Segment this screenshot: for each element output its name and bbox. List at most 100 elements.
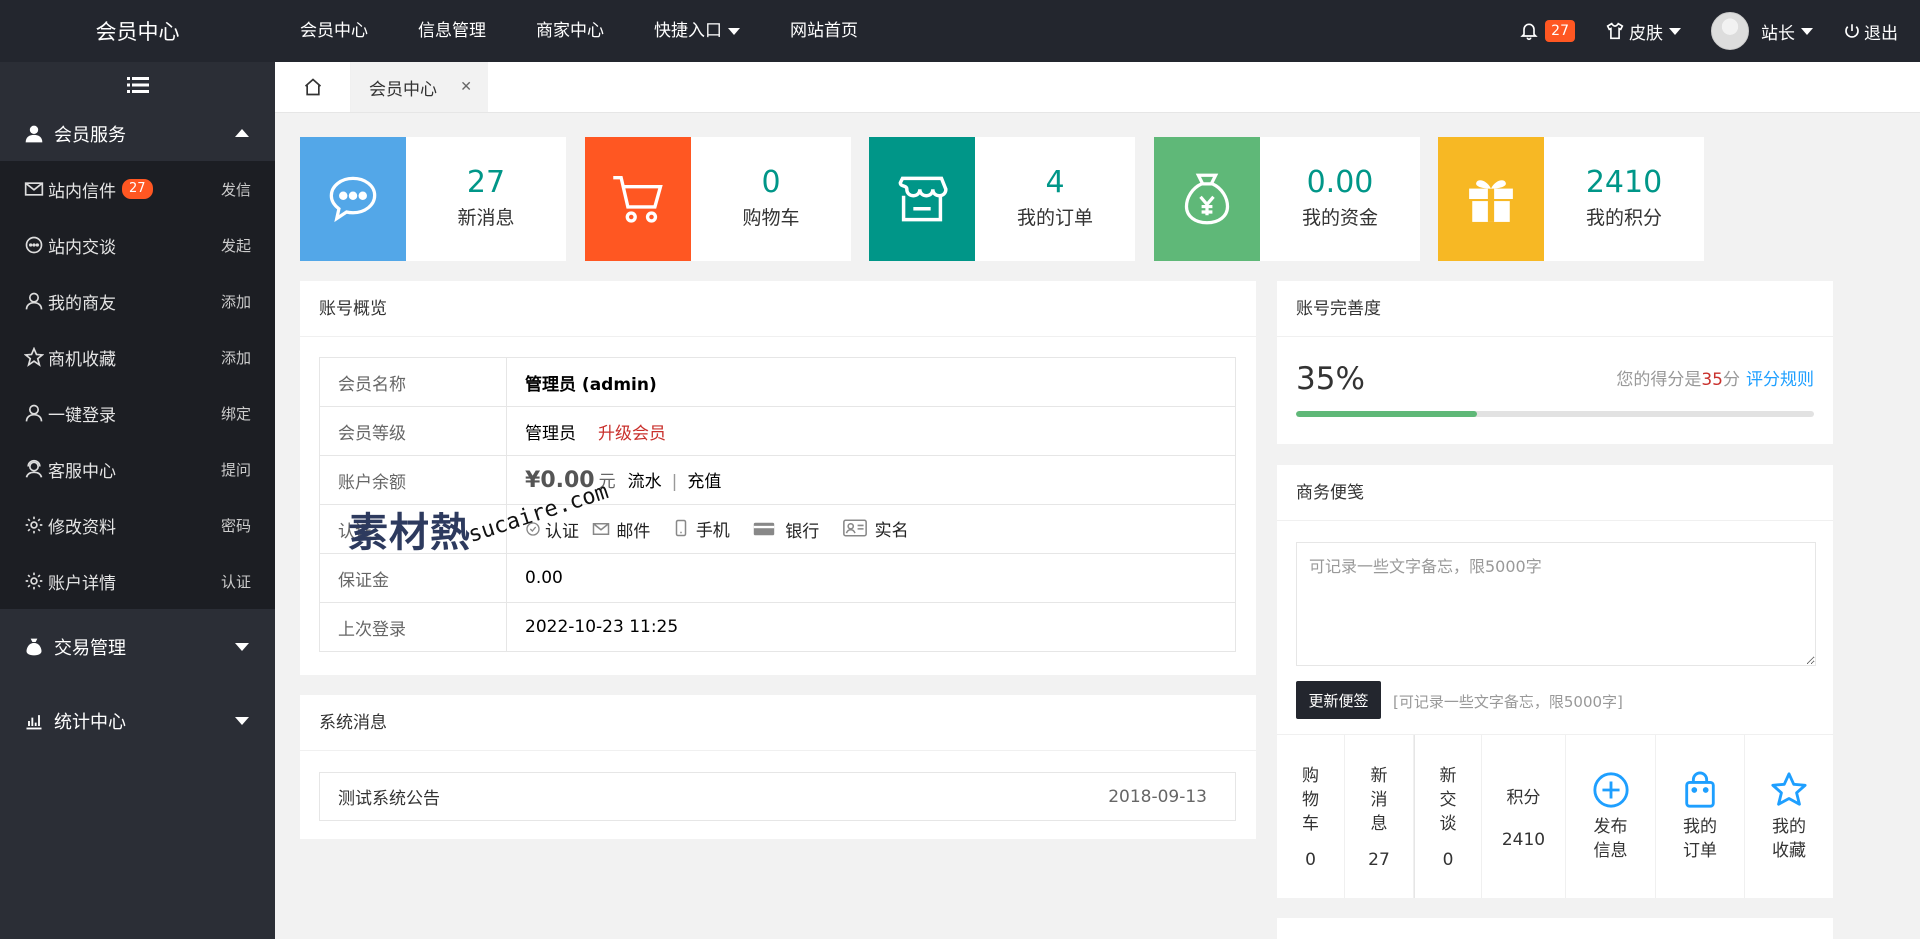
caret-down-icon bbox=[1669, 27, 1681, 35]
memo-hint: [可记录一些文字备忘，限5000字] bbox=[1393, 693, 1623, 711]
quick-publish[interactable]: 发布信息 bbox=[1566, 735, 1656, 898]
close-icon[interactable]: ✕ bbox=[460, 79, 472, 95]
quick-label: 新交谈 bbox=[1439, 765, 1457, 834]
user-menu[interactable]: 站长 bbox=[1711, 12, 1813, 50]
tab-member-center[interactable]: 会员中心 ✕ bbox=[351, 62, 488, 112]
quick-label: 我的收藏 bbox=[1772, 816, 1806, 861]
chat-icon bbox=[24, 235, 44, 255]
sidebar-item-action[interactable]: 密码 bbox=[221, 515, 251, 536]
quick-value: 0 bbox=[1442, 849, 1454, 870]
sidebar-item-friends[interactable]: 我的商友 添加 bbox=[0, 273, 275, 329]
table-row: 会员名称 管理员 (admin) bbox=[319, 357, 1236, 407]
stat-card-points[interactable]: 2410 我的积分 bbox=[1438, 137, 1704, 261]
sidebar-item-edit-profile[interactable]: 修改资料 密码 bbox=[0, 497, 275, 553]
flow-link[interactable]: 流水 bbox=[628, 472, 662, 492]
quick-my-favorites[interactable]: 我的收藏 bbox=[1745, 735, 1833, 898]
chat-bubble-icon bbox=[300, 137, 406, 261]
verify-item[interactable]: 邮件 bbox=[592, 517, 650, 542]
balance-value: 0.00 bbox=[540, 468, 595, 493]
list-item[interactable]: 测试系统公告 2018-09-13 bbox=[319, 772, 1236, 821]
sidebar-item-chat[interactable]: 站内交谈 发起 bbox=[0, 217, 275, 273]
topnav-member-center[interactable]: 会员中心 bbox=[275, 0, 393, 62]
plus-circle-icon bbox=[1592, 771, 1629, 808]
sidebar-submenu: 站内信件 27 发信 站内交谈 发起 我的商友 添加 商机收藏 添加 一键登录 … bbox=[0, 161, 275, 609]
topnav-label: 快捷入口 bbox=[654, 21, 722, 41]
topnav-merchant-center[interactable]: 商家中心 bbox=[511, 0, 629, 62]
stats-icon bbox=[24, 711, 44, 731]
sidebar-group-member[interactable]: 会员服务 bbox=[0, 107, 275, 161]
quick-value: 0 bbox=[1305, 849, 1316, 870]
sidebar-item-action[interactable]: 添加 bbox=[221, 347, 251, 368]
sidebar-item-mail[interactable]: 站内信件 27 发信 bbox=[0, 161, 275, 217]
verify-item[interactable]: 手机 bbox=[674, 516, 730, 541]
sidebar-item-action[interactable]: 添加 bbox=[221, 291, 251, 312]
sidebar-item-account-detail[interactable]: 账户详情 认证 bbox=[0, 553, 275, 609]
stat-card-orders[interactable]: 4 我的订单 bbox=[869, 137, 1135, 261]
sidebar-item-favorites[interactable]: 商机收藏 添加 bbox=[0, 329, 275, 385]
quick-new-messages[interactable]: 新消息 27 bbox=[1345, 735, 1414, 898]
score-value: 35 bbox=[1701, 370, 1723, 390]
stat-label: 我的积分 bbox=[1585, 207, 1662, 229]
topnav-quick-entry[interactable]: 快捷入口 bbox=[629, 0, 765, 62]
field-key: 账户余额 bbox=[319, 455, 507, 505]
memo-textarea[interactable] bbox=[1296, 542, 1816, 666]
stat-card-cart[interactable]: 0 购物车 bbox=[585, 137, 851, 261]
table-row: 会员等级 管理员 升级会员 bbox=[319, 406, 1236, 456]
quick-cart[interactable]: 购物车 0 bbox=[1277, 735, 1345, 898]
notice-date: 2018-09-13 bbox=[1108, 786, 1207, 807]
skin-button[interactable]: 皮肤 bbox=[1605, 19, 1681, 44]
power-icon bbox=[1845, 24, 1859, 38]
stat-card-messages[interactable]: 27 新消息 bbox=[300, 137, 566, 261]
mail-icon bbox=[24, 180, 44, 198]
account-overview-card: 账号概览 会员名称 管理员 (admin) 会员等级 管理员 升级会员 账户余额 … bbox=[300, 281, 1256, 675]
sidebar-item-action[interactable]: 绑定 bbox=[221, 403, 251, 424]
user-icon bbox=[24, 124, 44, 144]
stat-label: 我的资金 bbox=[1301, 207, 1378, 229]
caret-up-icon bbox=[235, 129, 249, 137]
id-card-icon bbox=[842, 519, 867, 537]
verify-item[interactable]: 认证 bbox=[525, 517, 579, 542]
stat-value: 0 bbox=[761, 165, 781, 200]
sidebar-item-quick-login[interactable]: 一键登录 绑定 bbox=[0, 385, 275, 441]
sidebar-item-action[interactable]: 发信 bbox=[221, 179, 251, 200]
score-rules-link[interactable]: 评分规则 bbox=[1746, 370, 1814, 390]
stat-card-funds[interactable]: 0.00 我的资金 bbox=[1154, 137, 1420, 261]
table-row: 认证 认证 邮件 手机 银行 实名 bbox=[319, 504, 1236, 554]
completeness-percent: 35% bbox=[1296, 361, 1365, 397]
sidebar-toggle[interactable] bbox=[0, 62, 275, 107]
home-icon bbox=[304, 78, 321, 96]
user-icon bbox=[24, 403, 44, 423]
logout-button[interactable]: 退出 bbox=[1843, 19, 1898, 44]
verify-item[interactable]: 实名 bbox=[842, 516, 909, 541]
topnav-info-manage[interactable]: 信息管理 bbox=[393, 0, 511, 62]
field-key: 认证 bbox=[319, 504, 507, 554]
caret-down-icon bbox=[235, 717, 249, 725]
sidebar-group-stats[interactable]: 统计中心 bbox=[0, 685, 275, 757]
skin-label: 皮肤 bbox=[1629, 23, 1663, 44]
score-text: 您的得分是35分 评分规则 bbox=[1616, 365, 1814, 390]
sidebar-item-action[interactable]: 发起 bbox=[221, 235, 251, 256]
recharge-link[interactable]: 充值 bbox=[687, 472, 721, 492]
update-memo-button[interactable]: 更新便签 bbox=[1296, 681, 1381, 719]
sidebar-item-action[interactable]: 认证 bbox=[221, 571, 251, 592]
quick-my-orders[interactable]: 我的订单 bbox=[1656, 735, 1745, 898]
tab-home[interactable] bbox=[275, 62, 351, 112]
field-key: 保证金 bbox=[319, 553, 507, 603]
sidebar-group-trade[interactable]: 交易管理 bbox=[0, 609, 275, 685]
quick-new-chats[interactable]: 新交谈 0 bbox=[1414, 735, 1482, 898]
notify-button[interactable]: 27 bbox=[1519, 20, 1575, 42]
upgrade-link[interactable]: 升级会员 bbox=[598, 424, 666, 444]
sidebar-item-support[interactable]: 客服中心 提问 bbox=[0, 441, 275, 497]
phone-icon bbox=[675, 520, 687, 537]
topnav-site-home[interactable]: 网站首页 bbox=[765, 0, 883, 62]
sidebar-item-action[interactable]: 提问 bbox=[221, 459, 251, 480]
table-row: 上次登录 2022-10-23 11:25 bbox=[319, 602, 1236, 652]
table-row: 账户余额 ¥0.00 元流水 | 充值 bbox=[319, 455, 1236, 505]
verify-item[interactable]: 银行 bbox=[753, 517, 819, 542]
quick-grid: 购物车 0 新消息 27 新交谈 0 积分 2410 发布信息 我的订单 我的收… bbox=[1277, 735, 1833, 898]
topnav-label: 网站首页 bbox=[790, 21, 858, 41]
check-circle-icon bbox=[526, 522, 540, 536]
quick-points[interactable]: 积分 2410 bbox=[1482, 735, 1566, 898]
caret-down-icon bbox=[1801, 27, 1813, 35]
star-icon bbox=[1771, 771, 1807, 806]
